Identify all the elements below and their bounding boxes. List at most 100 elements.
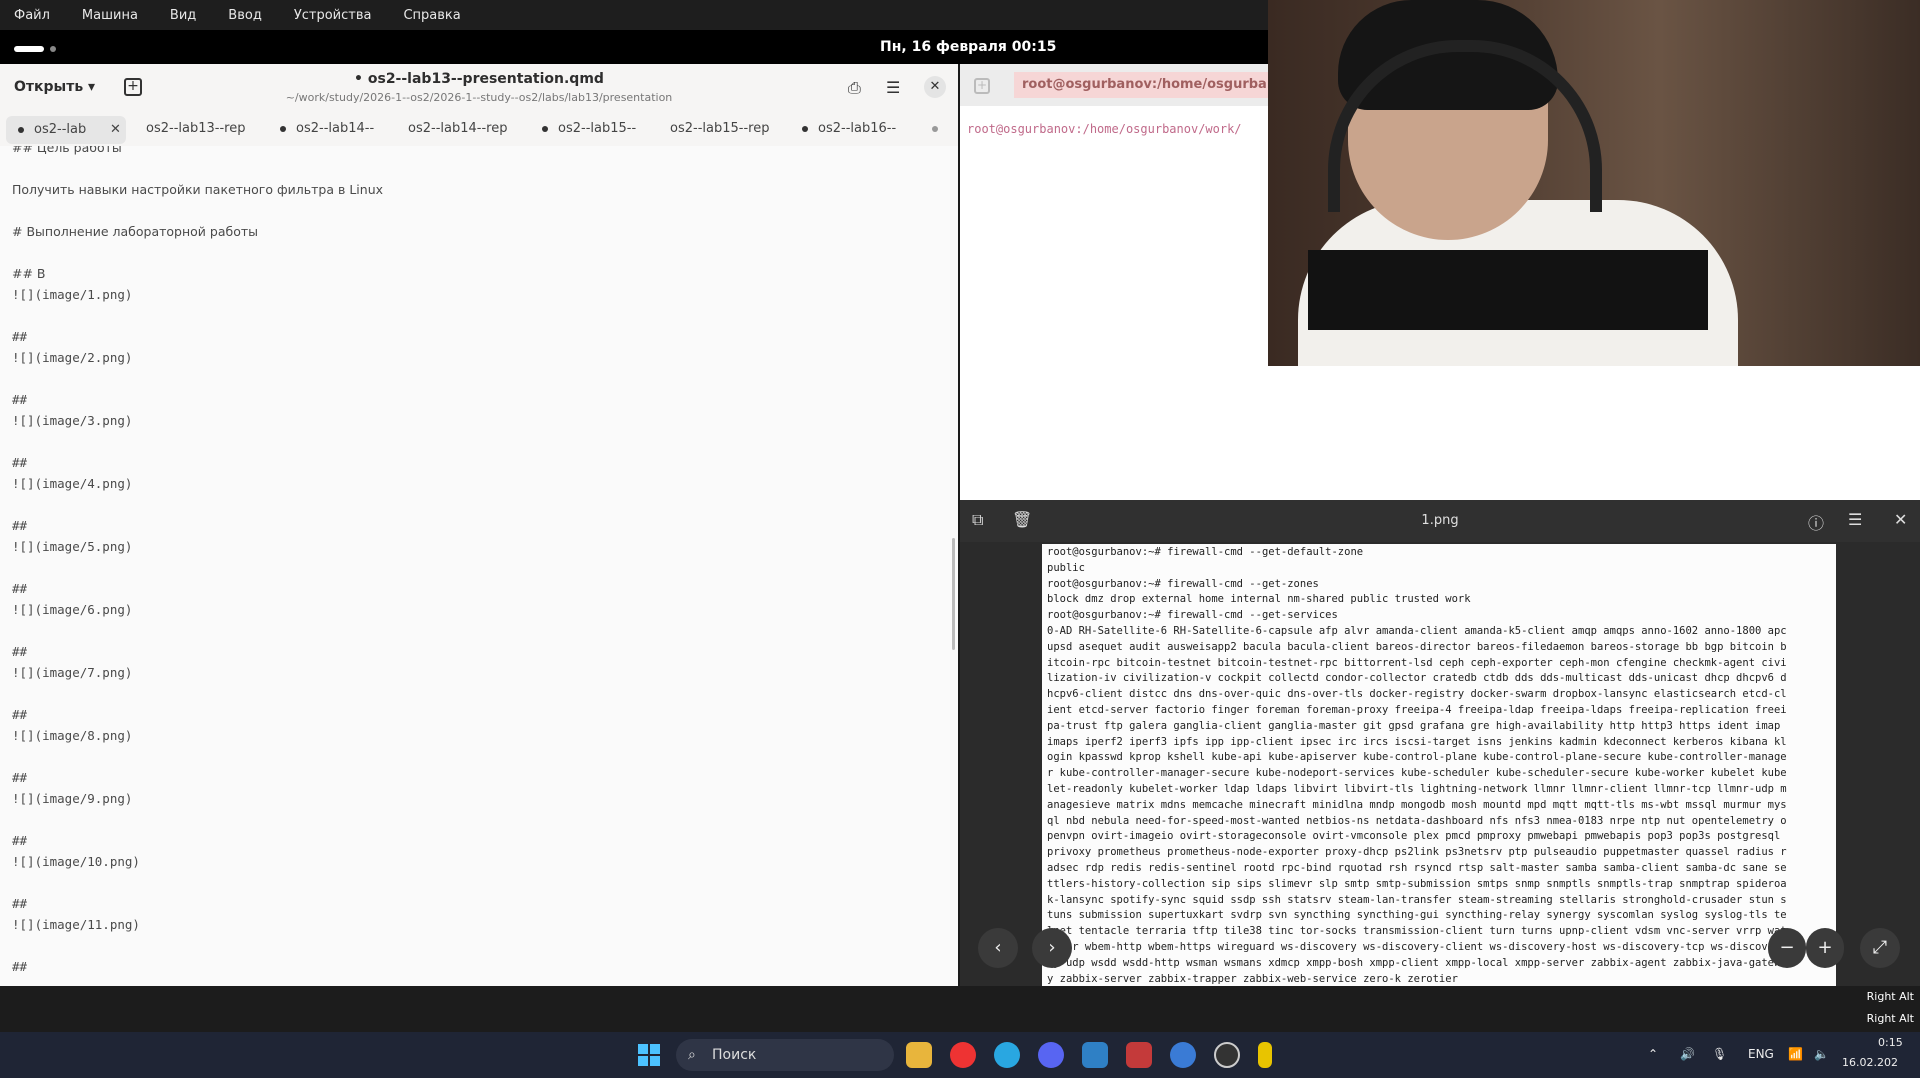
screenshot-line: pa-trust ftp galera ganglia-client gangl… (1047, 720, 1780, 732)
zoom-out-icon[interactable]: − (1768, 928, 1806, 968)
screenshot-text: ient etcd-server factorio finger foreman… (1047, 704, 1787, 716)
vm-menu-file[interactable]: Файл (14, 8, 50, 23)
windows-start-icon[interactable] (638, 1044, 660, 1066)
tab-label: os2--lab (34, 122, 87, 137)
modified-dot-icon (18, 126, 24, 133)
editor-line: # Выполнение лабораторной работы (12, 224, 259, 239)
tab-item[interactable]: os2--lab16-- (802, 112, 908, 146)
tab-item[interactable]: os2--lab15--rep (670, 112, 776, 146)
tab-item[interactable]: os2--lab14-- (280, 112, 386, 146)
previous-image-icon[interactable]: ‹ (978, 928, 1018, 968)
editor-line: ![](image/5.png) (12, 539, 133, 554)
next-image-icon[interactable]: › (1032, 928, 1072, 968)
screenshot-line: ql nbd nebula need-for-speed-most-wanted… (1047, 815, 1787, 827)
windows-taskbar: ⌕ Поиск ⌃ 🔊 🎙 ENG 📶 🔈 0:15 16.02.202 (0, 1032, 1920, 1078)
editor-line: ![](image/7.png) (12, 665, 133, 680)
vm-status-strip: Right Alt Right Alt (0, 986, 1920, 1032)
viewer-headerbar: ⧉ 🗑 1.png ⓘ ☰ ✕ (960, 500, 1920, 542)
new-tab-icon[interactable]: + (974, 78, 990, 94)
screenshot-line: root@osgurbanov:~# firewall-cmd --get-se… (1047, 609, 1338, 621)
screenshot-text: y zabbix-server zabbix-trapper zabbix-we… (1047, 972, 1458, 985)
screenshot-text: let-readonly kubelet-worker ldap ldaps l… (1047, 783, 1787, 795)
host-key-label: Right Alt (1866, 1012, 1914, 1025)
tab-item[interactable]: os2--lab ✕ (6, 116, 126, 144)
screenshot-prompt: root@osgurbanov:~# (1047, 546, 1161, 558)
tab-item[interactable]: os2--lab13--rep (146, 112, 256, 146)
obs-icon[interactable] (1214, 1042, 1240, 1068)
text-editor-window: Открыть ▾ + • os2--lab13--presentation.q… (0, 64, 958, 988)
screenshot-line: hcpv6-client distcc dns dns-over-quic dn… (1047, 688, 1787, 700)
workspace-indicator-active[interactable] (14, 46, 44, 52)
topbar-clock[interactable]: Пн, 16 февраля 00:15 (880, 39, 1056, 55)
tab-item[interactable]: os2--lab15-- (542, 112, 646, 146)
editor-line: ## (12, 959, 28, 974)
microphone-icon[interactable]: 🎙 (1712, 1047, 1727, 1061)
chevron-up-icon[interactable]: ⌃ (1648, 1047, 1658, 1061)
yandex-browser-icon[interactable] (950, 1042, 976, 1068)
terminal-title: root@osgurbanov:/home/osgurban (1014, 72, 1282, 98)
editor-text-area[interactable]: ## Цель работы Получить навыки настройки … (0, 146, 958, 988)
fullscreen-icon[interactable]: ⤢ (1860, 928, 1900, 968)
screenshot-text: adsec rdp redis redis-sentinel rootd rpc… (1047, 862, 1787, 874)
telegram-icon[interactable] (994, 1042, 1020, 1068)
screenshot-text: ogin kpasswd kprop kshell kube-api kube-… (1047, 751, 1787, 764)
editor-line: ## (12, 581, 28, 596)
screenshot-text: lnet tentacle terraria tftp tile38 tinc … (1047, 925, 1787, 938)
terminal-prompt[interactable]: root@osgurbanov:/home/osgurbanov/work/ (967, 122, 1242, 136)
close-icon[interactable]: ✕ (1894, 510, 1907, 529)
tray-time[interactable]: 0:15 (1878, 1036, 1903, 1049)
search-icon: ⌕ (688, 1047, 696, 1063)
screenshot-text: firewall-cmd --get-zones (1160, 577, 1319, 590)
hamburger-menu-icon[interactable]: ☰ (886, 78, 900, 97)
pinned-app-icon[interactable] (1258, 1042, 1272, 1068)
modified-dot-icon (542, 125, 548, 132)
editor-line: ## (12, 896, 28, 911)
vscode-icon[interactable] (1170, 1042, 1196, 1068)
tab-close-icon[interactable]: ✕ (110, 116, 121, 144)
screenshot-line: imaps iperf2 iperf3 ipfs ipp ipp-client … (1047, 736, 1787, 748)
wifi-icon[interactable]: 📶 (1788, 1047, 1803, 1061)
discord-icon[interactable] (1038, 1042, 1064, 1068)
screenshot-line: ry-udp wsdd wsdd-http wsman wsmans xdmcp… (1047, 957, 1780, 969)
tab-item[interactable]: os2--lab14--rep (408, 112, 518, 146)
editor-scrollbar[interactable] (952, 538, 955, 650)
vm-menu-machine[interactable]: Машина (82, 8, 138, 23)
viewer-image: root@osgurbanov:~# firewall-cmd --get-de… (1042, 544, 1836, 986)
info-icon[interactable]: ⓘ (1808, 510, 1824, 534)
volume-icon[interactable]: 🔈 (1814, 1047, 1829, 1061)
vm-menu-view[interactable]: Вид (170, 8, 196, 23)
save-document-icon[interactable]: ⎙ (848, 78, 861, 98)
editor-line: ## (12, 518, 28, 533)
screenshot-line: penvpn ovirt-imageio ovirt-storageconsol… (1047, 830, 1780, 842)
close-icon[interactable]: ✕ (924, 76, 946, 98)
vm-menu-input[interactable]: Ввод (228, 8, 262, 23)
virtualbox-icon[interactable] (1126, 1042, 1152, 1068)
screenshot-text: anagesieve matrix mdns memcache minecraf… (1047, 798, 1787, 811)
tab-label: os2--lab14-- (296, 121, 375, 136)
file-explorer-icon[interactable] (906, 1042, 932, 1068)
editor-line: ![](image/3.png) (12, 413, 133, 428)
tab-item[interactable] (932, 112, 952, 146)
tab-label: os2--lab13--rep (146, 121, 246, 136)
workspace-indicator-dot[interactable] (50, 46, 56, 52)
screenshot-text: r kube-controller-manager-secure kube-no… (1047, 767, 1787, 780)
screenshot-line: lization-iv civilization-v cockpit colle… (1047, 672, 1787, 684)
hamburger-menu-icon[interactable]: ☰ (1848, 510, 1862, 529)
screenshot-line: root@osgurbanov:~# firewall-cmd --get-zo… (1047, 578, 1319, 590)
vm-menu-devices[interactable]: Устройства (294, 8, 372, 23)
vpn-app-icon[interactable] (1082, 1042, 1108, 1068)
zoom-in-icon[interactable]: + (1806, 928, 1844, 968)
screenshot-line: ient etcd-server factorio finger foreman… (1047, 704, 1787, 716)
screenshot-prompt: root@osgurbanov:~# (1047, 609, 1161, 622)
screenshot-text: itcoin-rpc bitcoin-testnet bitcoin-testn… (1047, 656, 1787, 669)
tray-date[interactable]: 16.02.202 (1842, 1056, 1898, 1069)
tab-label: os2--lab15--rep (670, 121, 770, 136)
language-indicator[interactable]: ENG (1748, 1047, 1774, 1061)
vm-menu-help[interactable]: Справка (403, 8, 460, 23)
speaker-icon[interactable]: 🔊 (1680, 1047, 1695, 1061)
taskbar-search[interactable]: ⌕ Поиск (676, 1039, 894, 1071)
screenshot-text: tuns submission supertuxkart svdrp svn s… (1047, 909, 1787, 922)
editor-line: ## (12, 455, 28, 470)
screenshot-line: 0-AD RH-Satellite-6 RH-Satellite-6-capsu… (1047, 625, 1787, 637)
editor-line: ![](image/10.png) (12, 854, 140, 869)
